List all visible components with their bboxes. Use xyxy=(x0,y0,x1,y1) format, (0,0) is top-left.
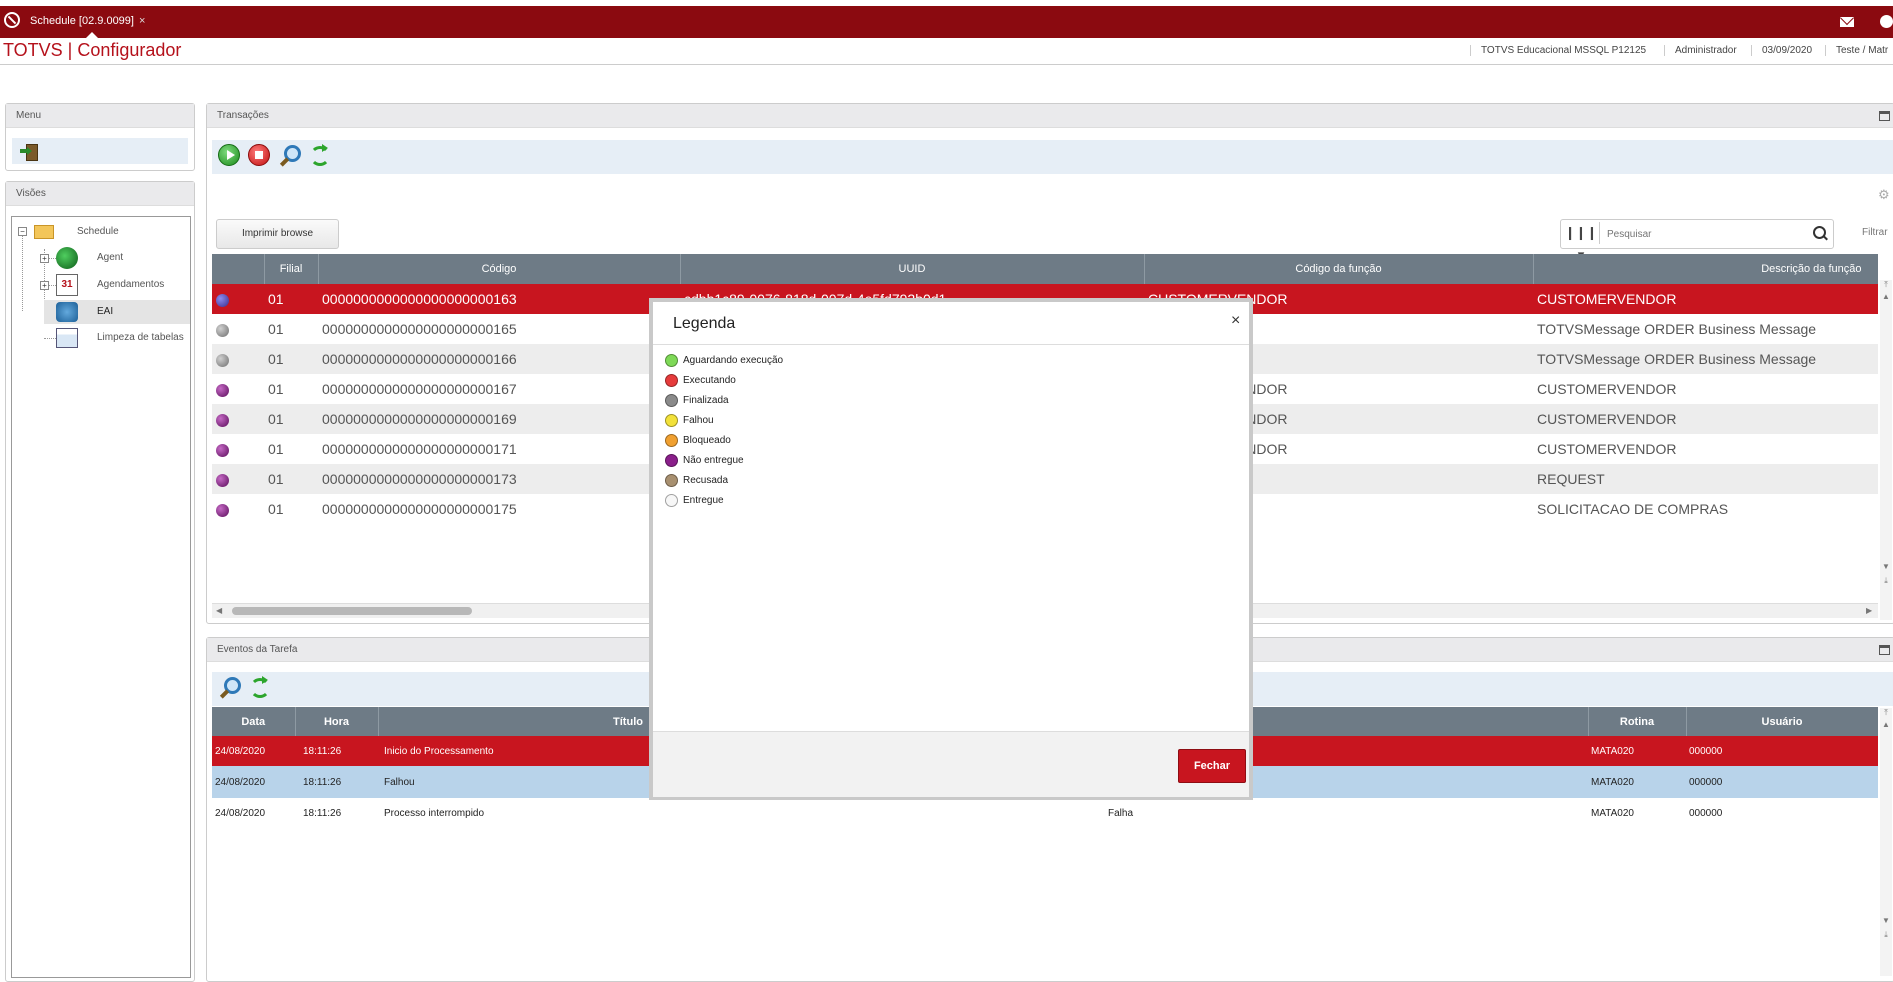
close-button[interactable]: Fechar xyxy=(1178,749,1246,783)
legend-item: Falhou xyxy=(665,414,714,427)
print-browse-button[interactable]: Imprimir browse xyxy=(216,219,339,249)
views-tree: − Schedule + Agent + 31 Agendamentos EAI… xyxy=(11,216,191,978)
date-label: 03/09/2020 xyxy=(1751,45,1812,56)
dialog-footer xyxy=(653,731,1249,797)
folder-icon xyxy=(34,225,54,239)
start-icon[interactable] xyxy=(218,144,240,166)
legend-item: Não entregue xyxy=(665,454,744,467)
status-icon xyxy=(216,293,229,307)
menu-toolbar xyxy=(12,138,188,164)
top-bar: Schedule [02.9.0099] × xyxy=(0,6,1893,38)
column-header-hora[interactable]: Hora xyxy=(295,707,379,736)
search-input[interactable] xyxy=(1605,224,1809,244)
dialog-title: Legenda xyxy=(673,315,736,332)
column-header-filial[interactable]: Filial xyxy=(264,254,319,284)
eai-icon xyxy=(56,302,78,322)
yellow-dot-icon xyxy=(665,414,678,427)
menu-panel: Menu xyxy=(5,103,195,171)
legend-item: Bloqueado xyxy=(665,434,731,447)
dialog-divider xyxy=(653,344,1249,345)
user-icon[interactable] xyxy=(1880,15,1893,28)
legend-dialog: Legenda × Aguardando execução Executando… xyxy=(649,298,1253,800)
exit-icon[interactable] xyxy=(20,144,38,161)
gray-dot-icon xyxy=(665,394,678,407)
column-header-codigo-funcao[interactable]: Código da função xyxy=(1144,254,1534,284)
tree-expand-icon[interactable]: + xyxy=(40,254,49,263)
status-icon xyxy=(216,383,229,397)
scrollbar-thumb[interactable] xyxy=(232,607,472,615)
environment-label: TOTVS Educacional MSSQL P12125 xyxy=(1470,45,1646,56)
tree-collapse-icon[interactable]: − xyxy=(18,227,27,236)
user-label: Administrador xyxy=(1664,45,1737,56)
column-header-data[interactable]: Data xyxy=(212,707,296,736)
table-row[interactable]: 24/08/2020 18:11:26 Processo interrompid… xyxy=(212,798,1878,828)
menu-panel-title: Menu xyxy=(6,104,194,128)
column-header-status[interactable] xyxy=(212,254,265,284)
search-box: ❙❙❙ ▾ xyxy=(1560,219,1834,262)
gear-icon[interactable]: ⚙ xyxy=(1878,187,1890,203)
column-header-descricao-funcao[interactable]: Descrição da função xyxy=(1533,254,1878,284)
search-icon[interactable] xyxy=(1813,226,1826,239)
status-icon xyxy=(216,413,229,427)
vertical-scrollbar[interactable]: ⤒ ▲ ▼ ⤓ xyxy=(1880,708,1892,976)
legend-item: Finalizada xyxy=(665,394,729,407)
legend-item: Recusada xyxy=(665,474,728,487)
brown-dot-icon xyxy=(665,474,678,487)
tree-node-limpeza[interactable]: Limpeza de tabelas xyxy=(56,326,190,350)
tree-expand-icon[interactable]: + xyxy=(40,281,49,290)
columns-dropdown-button[interactable]: ❙❙❙ ▾ xyxy=(1563,222,1600,262)
column-header-codigo[interactable]: Código xyxy=(318,254,681,284)
refresh-icon[interactable] xyxy=(308,144,330,166)
tab-close-icon[interactable]: × xyxy=(139,15,145,27)
status-icon xyxy=(216,353,229,367)
tab-schedule[interactable]: Schedule [02.9.0099] × xyxy=(30,8,145,34)
calendar-icon: 31 xyxy=(56,274,78,296)
mail-icon[interactable] xyxy=(1840,17,1854,27)
purple-dot-icon xyxy=(665,454,678,467)
views-panel-title: Visões xyxy=(6,182,194,206)
green-dot-icon xyxy=(665,354,678,367)
filter-link[interactable]: Filtrar xyxy=(1862,227,1888,238)
search-icon[interactable] xyxy=(218,676,241,698)
tab-label: Schedule [02.9.0099] xyxy=(30,15,134,27)
minimize-icon[interactable] xyxy=(1879,111,1890,121)
transactions-toolbar xyxy=(212,140,1893,174)
red-dot-icon xyxy=(665,374,678,387)
tree-node-agent[interactable]: Agent xyxy=(56,246,166,270)
white-dot-icon xyxy=(665,494,678,507)
company-label: Teste / Matr xyxy=(1825,45,1888,56)
close-icon[interactable]: × xyxy=(1231,312,1240,330)
tree-node-eai[interactable]: EAI xyxy=(44,300,190,324)
status-icon xyxy=(216,323,229,337)
column-header-uuid[interactable]: UUID xyxy=(680,254,1145,284)
transactions-panel-title: Transações xyxy=(207,104,1893,128)
status-icon xyxy=(216,443,229,457)
search-icon[interactable] xyxy=(278,144,301,166)
legend-item: Aguardando execução xyxy=(665,354,783,367)
totvs-logo-icon[interactable] xyxy=(4,12,20,28)
column-header-rotina[interactable]: Rotina xyxy=(1588,707,1687,736)
minimize-icon[interactable] xyxy=(1879,645,1890,655)
stop-icon[interactable] xyxy=(248,144,270,166)
status-icon xyxy=(216,473,229,487)
tree-node-agendamentos[interactable]: 31 Agendamentos xyxy=(56,273,186,297)
vertical-scrollbar[interactable]: ⤒ ▲ ▼ ⤓ xyxy=(1880,280,1892,620)
status-icon xyxy=(216,503,229,517)
legend-item: Executando xyxy=(665,374,736,387)
app-header: TOTVS | Configurador TOTVS Educacional M… xyxy=(0,38,1893,65)
legend-item: Entregue xyxy=(665,494,724,507)
cleanup-icon xyxy=(56,328,78,348)
refresh-icon[interactable] xyxy=(248,676,270,698)
app-title: TOTVS | Configurador xyxy=(3,40,182,60)
orange-dot-icon xyxy=(665,434,678,447)
column-header-usuario[interactable]: Usuário xyxy=(1686,707,1878,736)
agent-icon xyxy=(56,247,78,269)
